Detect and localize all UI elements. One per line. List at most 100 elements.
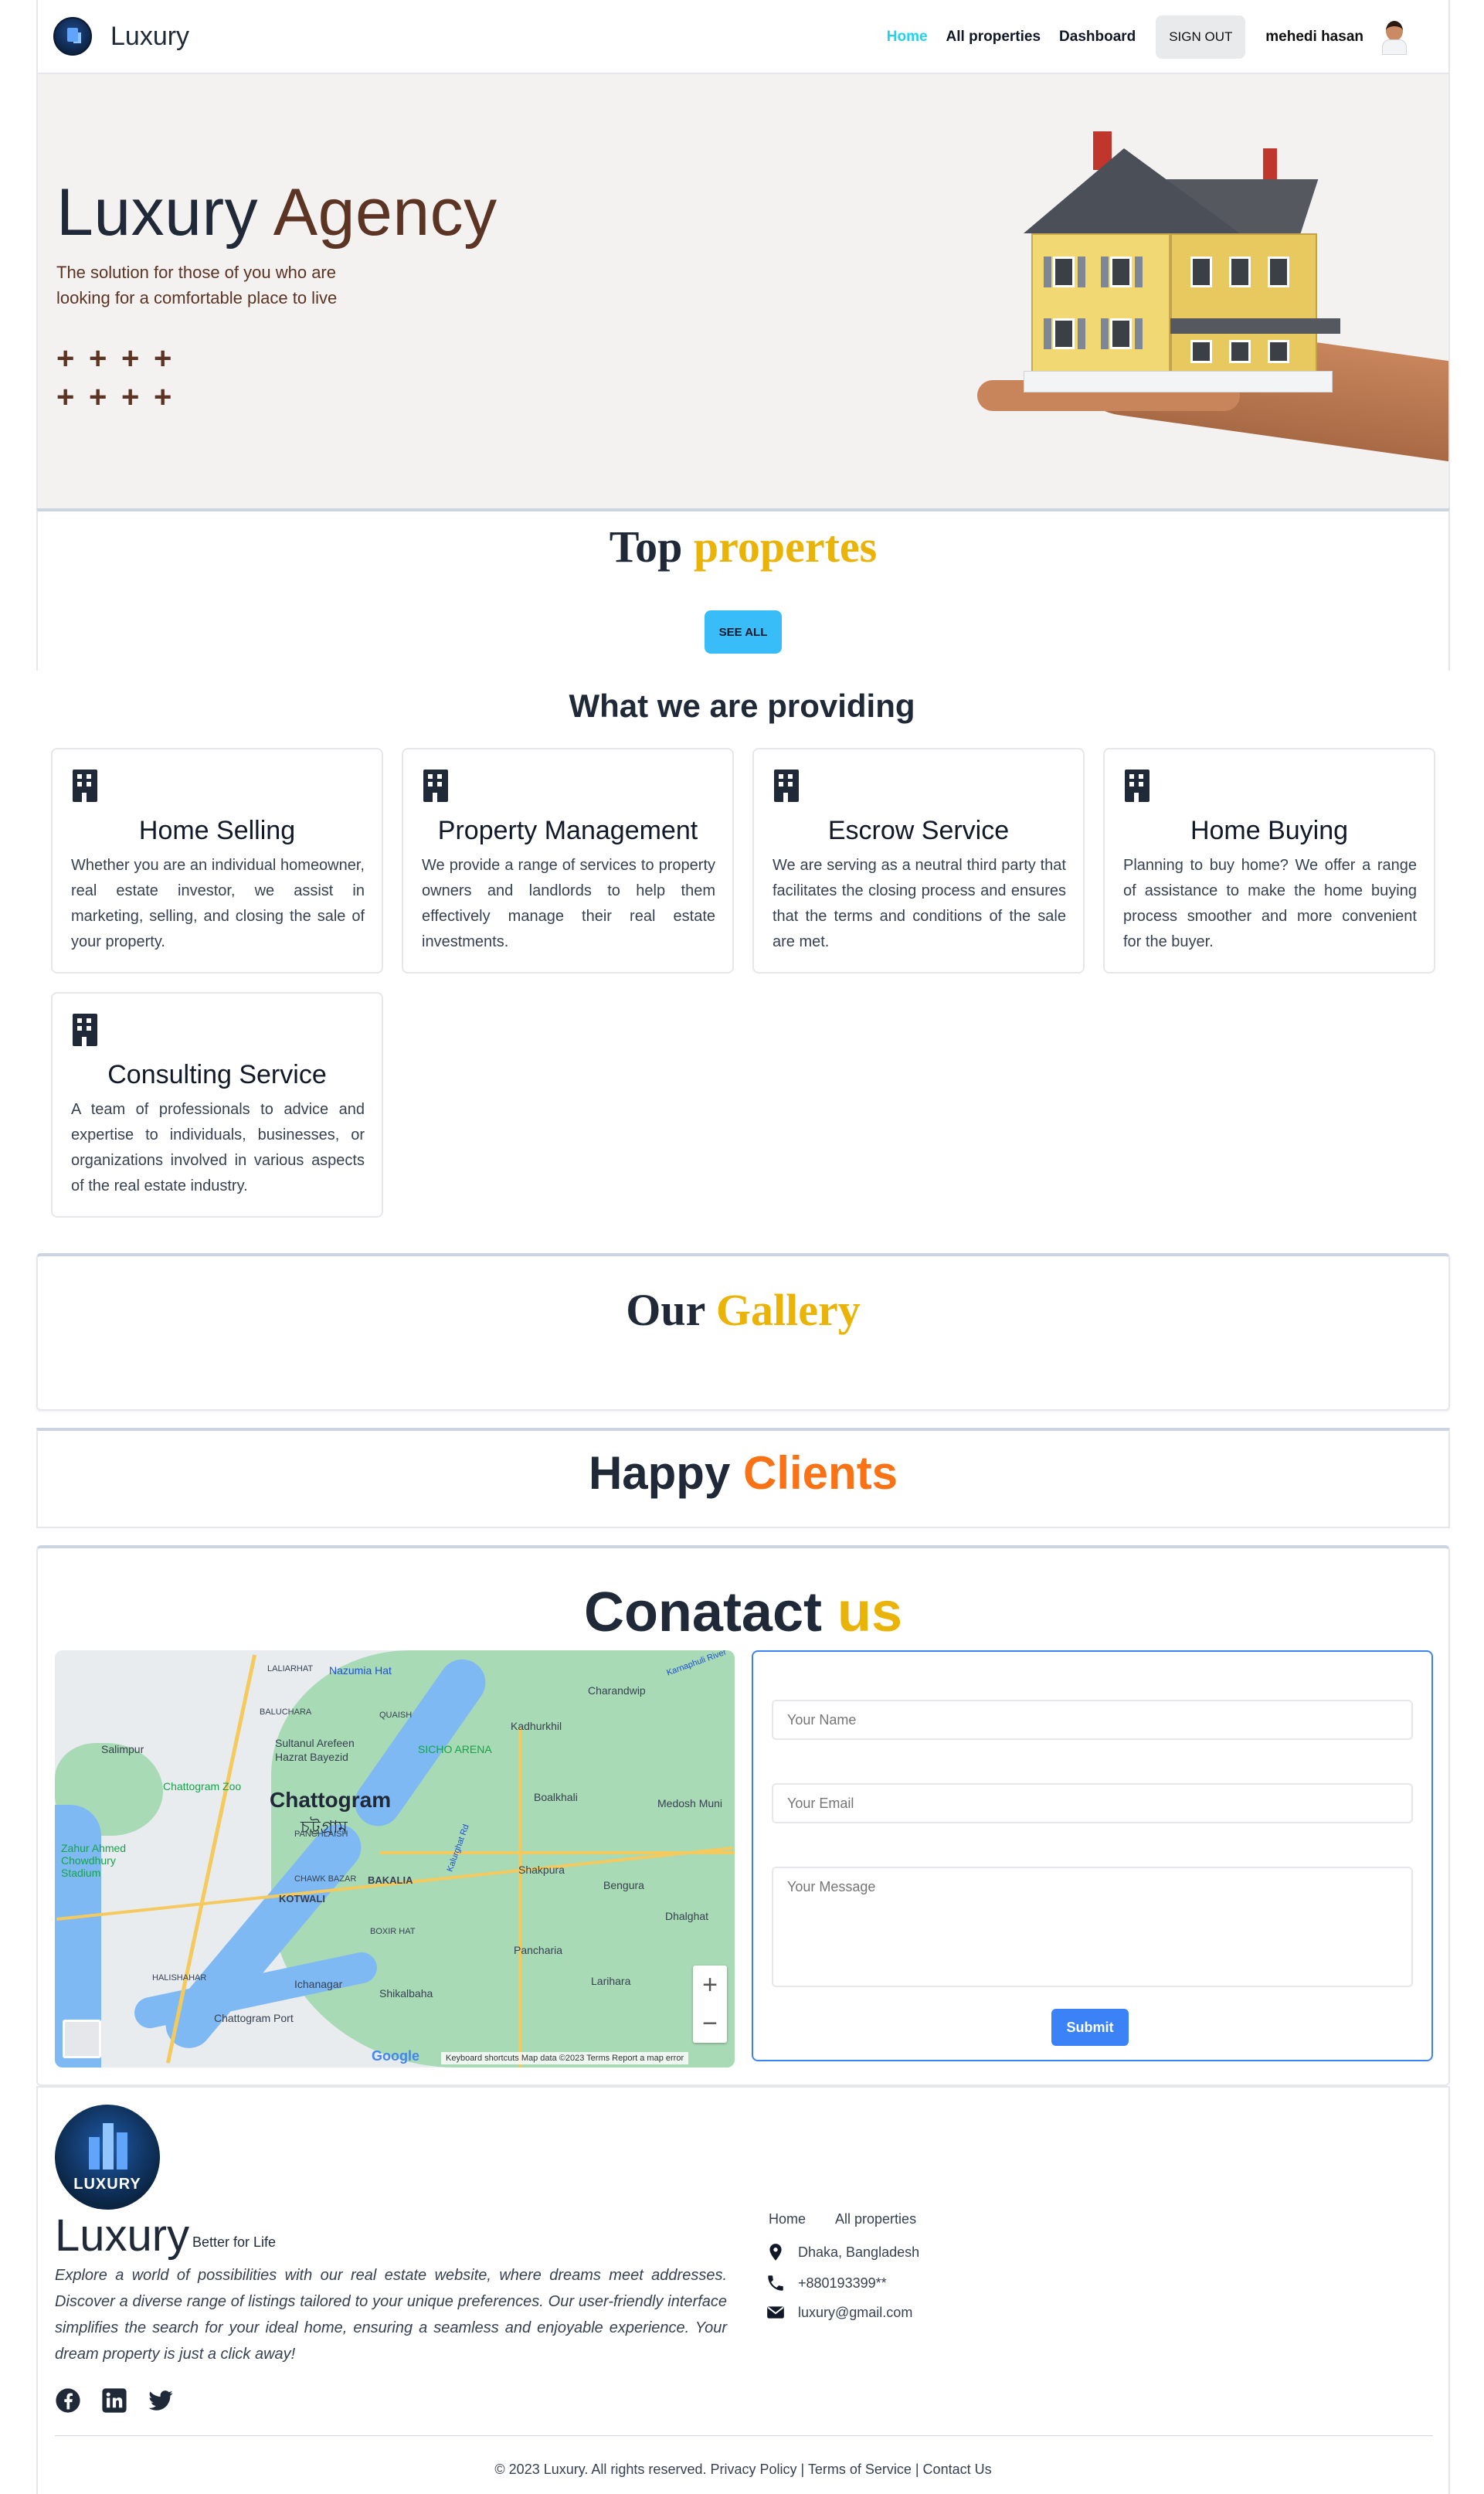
location-map[interactable]: Nazumia Hat LALIARHAT BALUCHARA QUAISH C…	[55, 1650, 735, 2068]
map-label: SICHO ARENA	[418, 1743, 492, 1755]
service-card-title: Property Management	[437, 816, 698, 845]
footer-email: luxury@gmail.com	[764, 2302, 912, 2322]
map-label: Nazumia Hat	[329, 1664, 392, 1677]
hero-house-in-hand-image	[877, 110, 1448, 511]
copyright-text: © 2023 Luxury. All rights reserved. Priv…	[494, 2462, 992, 2477]
service-card-text: We are serving as a neutral third party …	[773, 857, 1066, 950]
footer-brand: Luxury	[55, 2210, 190, 2261]
plus-icon: +	[154, 341, 172, 375]
map-city-label: Chattogram	[270, 1788, 392, 1812]
location-pin-icon	[769, 2244, 782, 2261]
email-input[interactable]	[772, 1783, 1413, 1823]
map-label: Charandwip	[588, 1684, 646, 1697]
map-layer-toggle[interactable]	[63, 2020, 101, 2058]
map-label: KOTWALI	[279, 1893, 325, 1904]
service-card-text: Planning to buy home? We offer a range o…	[1123, 857, 1417, 950]
providing-title: What we are providing	[569, 688, 915, 724]
service-card: Escrow Service We are serving as a neutr…	[752, 748, 1085, 973]
footer-links: Home All properties	[769, 2211, 946, 2227]
user-avatar[interactable]	[1379, 19, 1410, 55]
map-label: Dhalghat	[665, 1910, 709, 1922]
navbar: Luxury Home All properties Dashboard SIG…	[36, 0, 1450, 74]
top-properties-title: Top propertes	[38, 521, 1448, 573]
map-label: Sultanul Arefeen	[275, 1737, 355, 1749]
map-label: HALISHAHAR	[152, 1973, 207, 1983]
footer-email-text[interactable]: luxury@gmail.com	[798, 2305, 912, 2321]
brand-name[interactable]: Luxury	[110, 22, 189, 52]
top-properties-section: Top propertes SEE ALL	[36, 508, 1450, 671]
brand-logo[interactable]	[53, 17, 92, 56]
service-card-title: Home Buying	[1190, 816, 1349, 845]
title-accent: Gallery	[715, 1285, 861, 1335]
building-icon	[73, 1014, 97, 1046]
service-card-title: Home Selling	[138, 816, 296, 845]
submit-button[interactable]: Submit	[1051, 2009, 1129, 2046]
title-main: Top	[609, 522, 683, 572]
map-label: Chattogram Port	[214, 2012, 294, 2024]
plus-icon: +	[154, 380, 172, 414]
title-accent: propertes	[693, 522, 878, 572]
hero-title: Luxury Agency	[56, 175, 497, 251]
service-card: Home Selling Whether you are an individu…	[51, 748, 383, 973]
map-label: Boalkhali	[534, 1791, 578, 1803]
message-textarea[interactable]	[772, 1867, 1413, 1987]
map-label: Lariharа	[591, 1975, 631, 1987]
map-label: Chattogram Zoo	[163, 1780, 242, 1792]
phone-icon	[768, 2275, 783, 2291]
zoom-in-button[interactable]: +	[693, 1966, 727, 2004]
map-label: Ichanagar	[294, 1978, 343, 1990]
footer-description: Explore a world of possibilities with ou…	[55, 2267, 727, 2363]
map-label: BALUCHARA	[260, 1707, 312, 1717]
map-label: Zahur Ahmed Chowdhury Stadium	[61, 1842, 127, 1879]
map-attribution[interactable]: Keyboard shortcuts Map data ©2023 Terms …	[441, 2052, 689, 2064]
plus-icon: +	[56, 341, 75, 375]
nav-home-link[interactable]: Home	[887, 29, 928, 46]
map-label: LALIARHAT	[267, 1664, 314, 1673]
service-card-text: We provide a range of services to proper…	[422, 857, 715, 950]
sign-out-button[interactable]: SIGN OUT	[1156, 15, 1246, 59]
nav-links: Home All properties Dashboard SIGN OUT m…	[868, 15, 1410, 59]
map-label: Shikalbaha	[379, 1987, 433, 2000]
facebook-icon[interactable]	[55, 2387, 81, 2414]
hero-section: Luxury Agency The solution for those of …	[36, 74, 1450, 511]
title-accent: Clients	[743, 1447, 898, 1499]
title-accent: us	[837, 1582, 903, 1643]
map-label: Medosh Muni	[657, 1797, 723, 1809]
nav-dashboard-link[interactable]: Dashboard	[1059, 29, 1136, 46]
hero-subtitle: The solution for those of you who are lo…	[56, 263, 338, 308]
map-label: Pancharia	[514, 1944, 563, 1956]
user-name: mehedi hasan	[1265, 29, 1363, 45]
contact-form: Submit	[752, 1650, 1433, 2061]
plus-icon: +	[56, 380, 75, 414]
name-input[interactable]	[772, 1700, 1413, 1740]
footer-address: Dhaka, Bangladesh	[764, 2242, 919, 2262]
nav-all-properties-link[interactable]: All properties	[946, 29, 1041, 46]
footer-logo-text: LUXURY	[73, 2176, 141, 2193]
google-logo: Google	[372, 2048, 419, 2064]
plus-icon: +	[89, 341, 107, 375]
building-icon	[774, 770, 799, 802]
building-icon	[423, 770, 448, 802]
service-card-text: Whether you are an individual homeowner,…	[71, 857, 365, 950]
see-all-button[interactable]: SEE ALL	[705, 610, 782, 654]
hero-title-accent: Agency	[273, 175, 497, 250]
building-icon	[73, 770, 97, 802]
service-card-title: Consulting Service	[107, 1060, 327, 1089]
footer-link-home[interactable]: Home	[769, 2211, 806, 2227]
contact-title: Conatact us	[38, 1581, 1448, 1644]
clients-section: Happy Clients	[36, 1428, 1450, 1528]
footer-link-all-properties[interactable]: All properties	[835, 2211, 916, 2227]
footer-address-text: Dhaka, Bangladesh	[798, 2244, 920, 2260]
service-card: Home Buying Planning to buy home? We off…	[1103, 748, 1435, 973]
building-icon	[1125, 770, 1150, 802]
map-label: Hazrat Bayezid	[275, 1751, 348, 1763]
map-label: BAKALIA	[368, 1874, 413, 1886]
linkedin-icon[interactable]	[101, 2387, 127, 2414]
map-label: Shakpura	[518, 1864, 565, 1876]
service-card: Property Management We provide a range o…	[402, 748, 734, 973]
plus-icon: +	[89, 380, 107, 414]
zoom-out-button[interactable]: −	[693, 2004, 727, 2043]
clients-title: Happy Clients	[38, 1446, 1448, 1500]
twitter-icon[interactable]	[148, 2387, 174, 2414]
footer-phone-text: +880193399**	[798, 2275, 887, 2291]
